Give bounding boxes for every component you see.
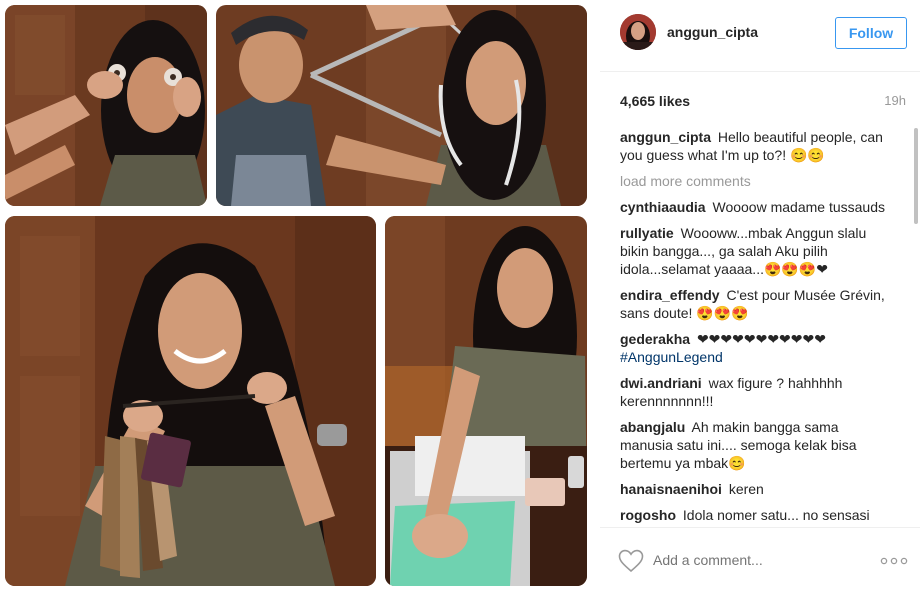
list-item: abangjalu Ah makin bangga sama manusia s… — [620, 418, 895, 472]
follow-button[interactable]: Follow — [835, 17, 907, 49]
heart-icon[interactable] — [618, 549, 644, 573]
comment-username[interactable]: endira_effendy — [620, 287, 720, 303]
photo-eye-measurement — [5, 5, 207, 206]
list-item: rogosho Idola nomer satu... no sensasi — [620, 506, 895, 524]
comment-username[interactable]: gederakha — [620, 331, 690, 347]
load-more-comments-link[interactable]: load more comments — [620, 172, 895, 190]
list-item: dwi.andriani wax figure ? hahhhhh kerenn… — [620, 374, 895, 410]
likes-count[interactable]: 4,665 likes — [620, 93, 690, 109]
list-item: rullyatie Woooww...mbak Anggun slalu bik… — [620, 224, 895, 278]
post-caption: anggun_cipta Hello beautiful people, can… — [620, 128, 895, 164]
comment-username[interactable]: rullyatie — [620, 225, 674, 241]
comment-text: Idola nomer satu... no sensasi — [682, 507, 870, 523]
post-header: anggun_cipta Follow — [600, 0, 920, 72]
post-side-panel: anggun_cipta Follow 4,665 likes 19h angg… — [600, 0, 920, 595]
list-item: gederakha ❤❤❤❤❤❤❤❤❤❤❤ #AnggunLegend — [620, 330, 895, 366]
comments-scrollbar[interactable] — [914, 128, 918, 224]
list-item: hanaisnaenihoi keren — [620, 480, 895, 498]
add-comment-input[interactable] — [653, 552, 843, 568]
photo-hand-mold — [385, 216, 587, 586]
comment-username[interactable]: abangjalu — [620, 419, 685, 435]
comment-text: ❤❤❤❤❤❤❤❤❤❤❤ — [696, 331, 826, 347]
username-link[interactable]: anggun_cipta — [667, 24, 758, 40]
comment-username[interactable]: rogosho — [620, 507, 676, 523]
list-item: endira_effendy C'est pour Musée Grévin, … — [620, 286, 895, 322]
comment-text: keren — [728, 481, 764, 497]
post-timestamp[interactable]: 19h — [884, 93, 906, 108]
hashtag-link[interactable]: #AnggunLegend — [620, 349, 723, 365]
avatar[interactable] — [620, 14, 656, 50]
photo-hair-samples — [5, 216, 376, 586]
post-footer — [600, 527, 920, 595]
list-item: cynthiaaudia Woooow madame tussauds — [620, 198, 895, 216]
comment-text: Woooow madame tussauds — [712, 199, 885, 215]
caption-username[interactable]: anggun_cipta — [620, 129, 711, 145]
likes-row: 4,665 likes 19h — [620, 93, 906, 113]
post-image-collage[interactable] — [0, 0, 600, 595]
comment-username[interactable]: cynthiaaudia — [620, 199, 706, 215]
comment-username[interactable]: hanaisnaenihoi — [620, 481, 722, 497]
more-options-icon[interactable] — [880, 556, 908, 566]
comments-list: anggun_cipta Hello beautiful people, can… — [620, 128, 895, 528]
photo-head-measurement — [216, 5, 587, 206]
comment-username[interactable]: dwi.andriani — [620, 375, 702, 391]
